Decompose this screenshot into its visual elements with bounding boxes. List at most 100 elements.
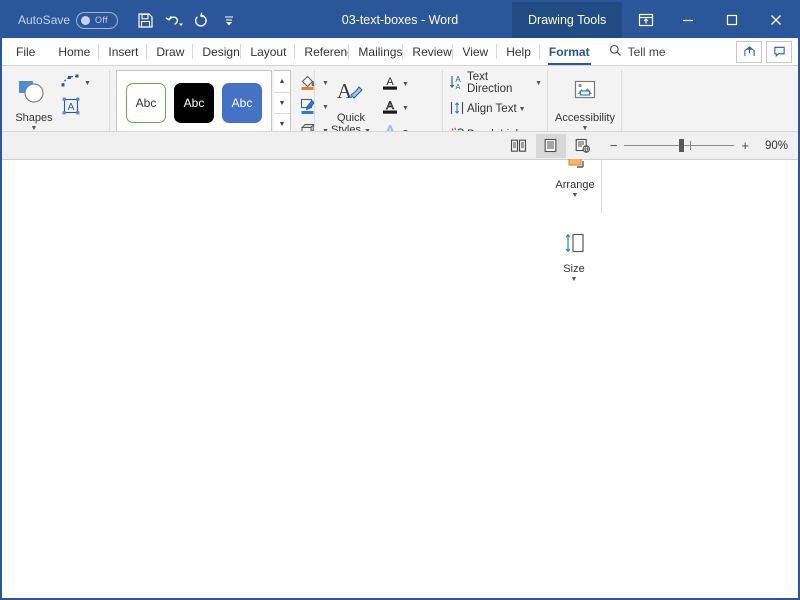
- tab-mailings[interactable]: Mailings: [349, 38, 403, 65]
- contextual-tab-drawing-tools[interactable]: Drawing Tools: [512, 2, 622, 38]
- text-outline-button[interactable]: A ▼: [381, 97, 409, 119]
- zoom-slider-tick: [690, 141, 691, 150]
- svg-text:A: A: [68, 102, 75, 113]
- zoom-slider-thumb[interactable]: [679, 139, 684, 152]
- arrange-label: Arrange: [555, 179, 594, 191]
- align-text-label: Align Text: [467, 103, 517, 115]
- status-bar: − + 90%: [2, 131, 798, 159]
- chevron-down-icon[interactable]: ▼: [84, 80, 91, 88]
- scroll-up-icon[interactable]: ▲: [274, 71, 290, 93]
- save-icon[interactable]: [132, 7, 158, 33]
- text-direction-icon: AA: [449, 74, 465, 93]
- tab-draw-label: Draw: [156, 45, 184, 59]
- draw-text-box-button[interactable]: A: [60, 96, 91, 118]
- ribbon-tab-row: File Home Insert Draw Design Layout Refe…: [2, 38, 798, 66]
- text-outline-icon: A: [381, 98, 399, 119]
- accessibility-icon: [569, 72, 601, 112]
- tab-home-label: Home: [58, 45, 90, 59]
- tab-home[interactable]: Home: [49, 38, 99, 65]
- read-mode-icon[interactable]: [504, 134, 534, 158]
- accessibility-button[interactable]: Accessibility ▼: [554, 70, 616, 133]
- tab-review-label: Review: [412, 45, 451, 59]
- print-layout-icon[interactable]: [536, 134, 566, 158]
- shape-styles-gallery-scroll: ▲ ▼ ▼: [274, 70, 291, 136]
- scroll-down-icon[interactable]: ▼: [274, 93, 290, 115]
- tell-me-label: Tell me: [628, 45, 666, 59]
- svg-text:A: A: [456, 84, 461, 90]
- shapes-button[interactable]: Shapes ▼: [8, 70, 60, 133]
- share-icon[interactable]: [736, 41, 762, 63]
- size-button[interactable]: Size ▼: [554, 221, 594, 284]
- autosave-control[interactable]: AutoSave Off: [18, 12, 118, 29]
- tab-help[interactable]: Help: [497, 38, 540, 65]
- window-buttons: [626, 2, 798, 38]
- edit-shape-icon: [60, 73, 82, 94]
- tab-view[interactable]: View: [453, 38, 497, 65]
- status-bar-right: − + 90%: [504, 134, 798, 158]
- tab-insert-label: Insert: [108, 45, 138, 59]
- shape-style-option-2[interactable]: Abc: [174, 83, 214, 123]
- contextual-tab-label: Drawing Tools: [528, 13, 606, 27]
- redo-icon[interactable]: [188, 7, 214, 33]
- autosave-state-label: Off: [95, 15, 108, 25]
- text-direction-button[interactable]: AA Text Direction ▼: [449, 72, 542, 94]
- draw-text-box-icon: A: [60, 97, 82, 118]
- tab-design[interactable]: Design: [193, 38, 241, 65]
- tab-layout[interactable]: Layout: [241, 38, 295, 65]
- tab-format[interactable]: Format: [540, 38, 599, 65]
- tab-help-label: Help: [506, 45, 531, 59]
- shape-style-option-1[interactable]: Abc: [126, 83, 166, 123]
- title-bar: AutoSave Off 03-text-boxes - Word Drawin…: [2, 2, 798, 38]
- zoom-level-value[interactable]: 90%: [756, 140, 788, 152]
- tab-references[interactable]: Reference: [295, 38, 349, 65]
- tab-row-right-controls: [736, 38, 798, 65]
- undo-icon[interactable]: [160, 7, 186, 33]
- word-window: AutoSave Off 03-text-boxes - Word Drawin…: [0, 0, 800, 600]
- svg-text:A: A: [337, 79, 353, 103]
- align-text-icon: [449, 100, 465, 119]
- close-icon[interactable]: [754, 2, 798, 38]
- chevron-down-icon[interactable]: ▼: [402, 81, 409, 89]
- tab-draw[interactable]: Draw: [147, 38, 193, 65]
- autosave-toggle-knob: [81, 16, 90, 25]
- minimize-icon[interactable]: [666, 2, 710, 38]
- tab-design-label: Design: [202, 45, 239, 59]
- accessibility-label: Accessibility: [555, 112, 615, 124]
- tab-file-label: File: [16, 45, 35, 59]
- tell-me-search[interactable]: Tell me: [599, 38, 676, 65]
- chevron-down-icon[interactable]: ▼: [535, 80, 542, 88]
- shape-styles-gallery[interactable]: Abc Abc Abc: [116, 70, 272, 136]
- tab-insert[interactable]: Insert: [99, 38, 147, 65]
- chevron-down-icon[interactable]: ▼: [519, 106, 526, 114]
- align-text-button[interactable]: Align Text ▼: [449, 98, 526, 120]
- autosave-toggle[interactable]: Off: [76, 12, 118, 29]
- quick-styles-button[interactable]: A Quick Styles ▼: [321, 70, 381, 136]
- comments-icon[interactable]: [766, 41, 792, 63]
- svg-text:A: A: [386, 76, 394, 88]
- edit-shape-button[interactable]: ▼: [60, 72, 91, 94]
- zoom-slider[interactable]: − + 90%: [610, 138, 788, 153]
- zoom-out-button[interactable]: −: [610, 138, 618, 153]
- autosave-label: AutoSave: [18, 13, 70, 27]
- shapes-icon: [17, 72, 51, 112]
- tab-review[interactable]: Review: [403, 38, 453, 65]
- maximize-icon[interactable]: [710, 2, 754, 38]
- chevron-down-icon[interactable]: ▼: [572, 192, 579, 200]
- tab-format-label: Format: [549, 45, 590, 59]
- ribbon: Shapes ▼ ▼ A: [2, 66, 798, 160]
- ribbon-display-options-icon[interactable]: [626, 2, 666, 38]
- size-label: Size: [563, 263, 584, 275]
- text-fill-button[interactable]: A ▼: [381, 73, 409, 95]
- web-layout-icon[interactable]: [568, 134, 598, 158]
- customize-quick-access-toolbar-icon[interactable]: [216, 7, 242, 33]
- tab-file[interactable]: File: [2, 38, 49, 65]
- tab-view-label: View: [462, 45, 488, 59]
- zoom-slider-track[interactable]: [624, 145, 734, 146]
- search-icon: [609, 44, 622, 60]
- chevron-down-icon[interactable]: ▼: [402, 105, 409, 113]
- quick-access-toolbar: [132, 7, 242, 33]
- zoom-in-button[interactable]: +: [741, 138, 749, 153]
- shape-style-option-3[interactable]: Abc: [222, 83, 262, 123]
- wordart-quick-styles-icon: A: [334, 72, 368, 112]
- chevron-down-icon[interactable]: ▼: [571, 276, 578, 284]
